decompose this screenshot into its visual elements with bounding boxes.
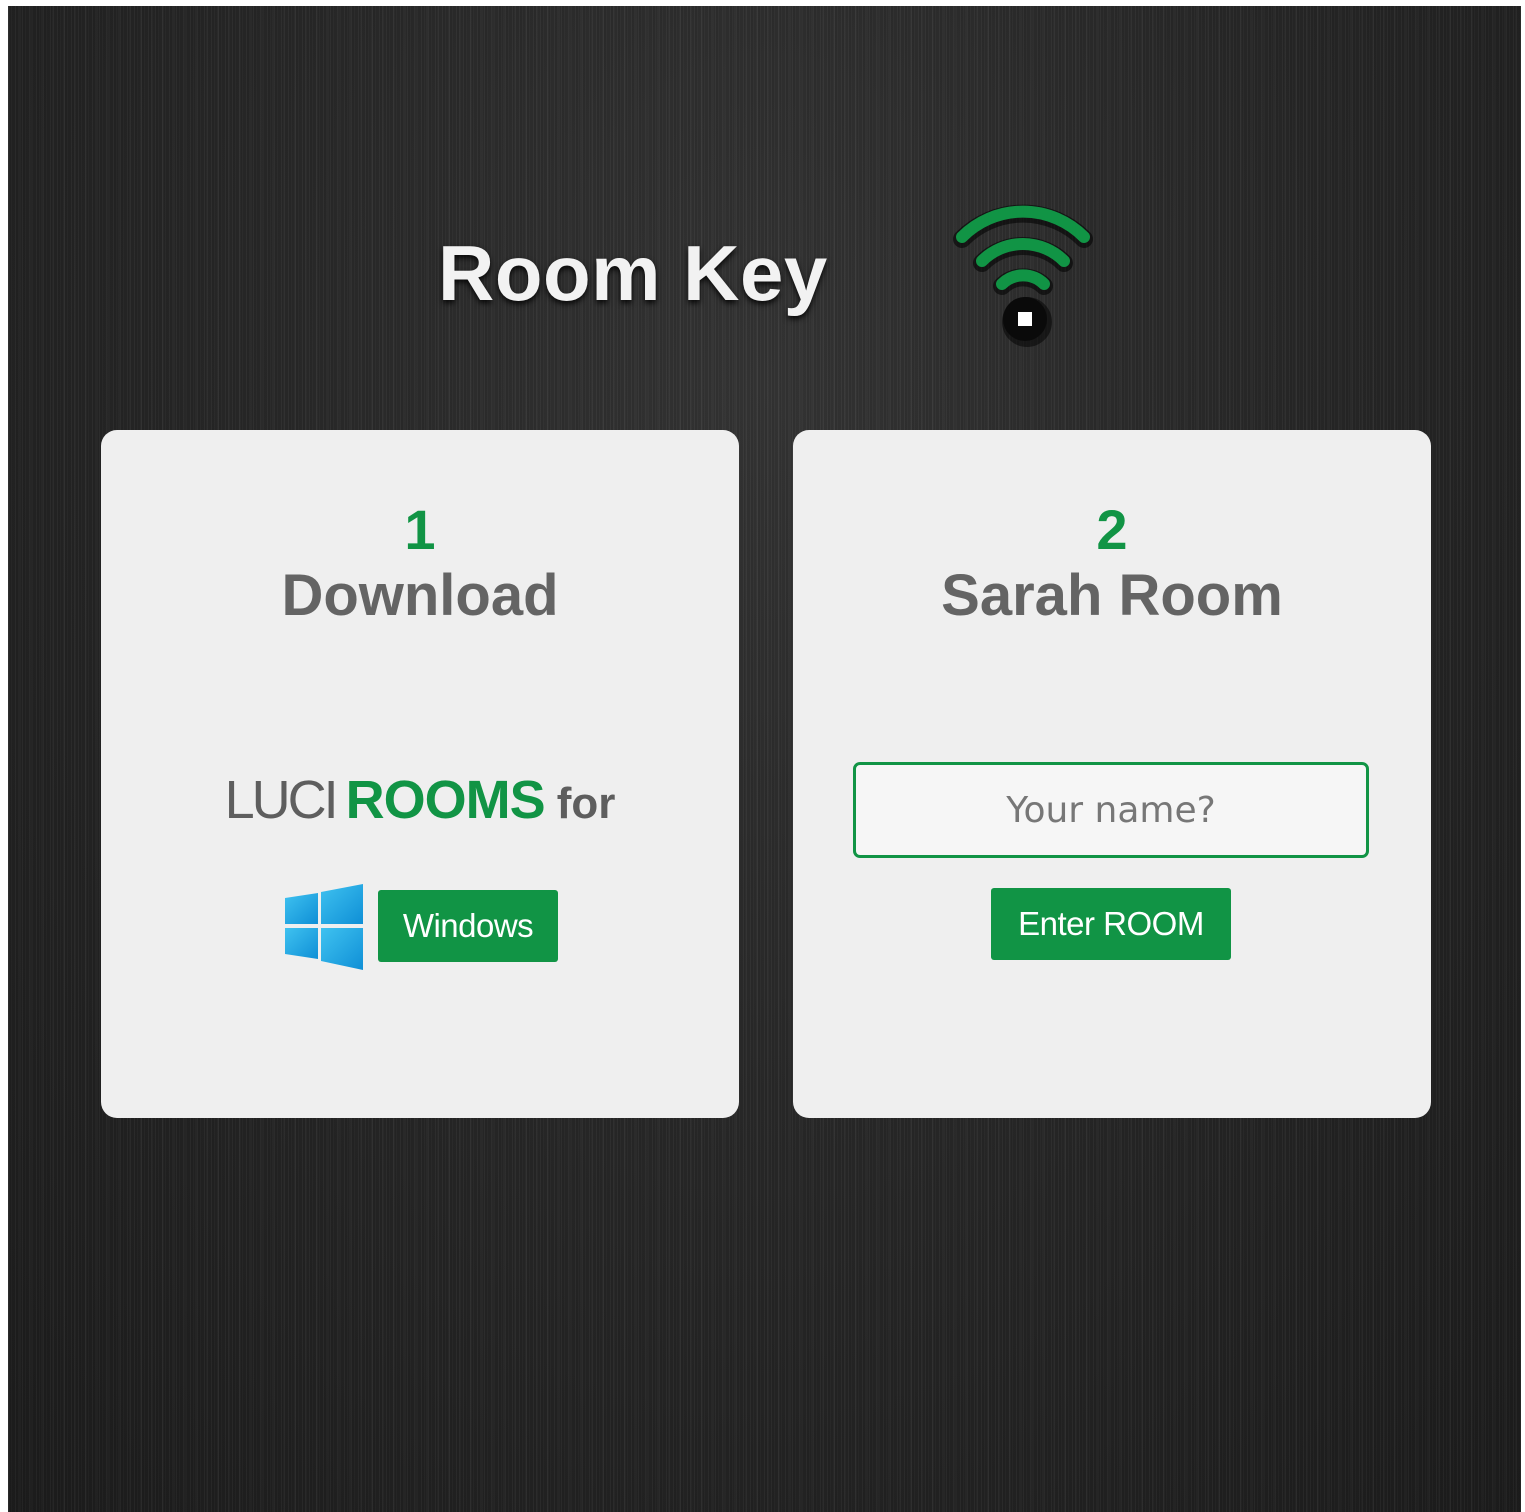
room-card: 2 Sarah Room Enter ROOM: [793, 430, 1431, 1118]
room-name-title: Sarah Room: [941, 563, 1283, 628]
page-title: Room Key: [438, 229, 828, 317]
luci-rooms-logo: LUCI ROOMS for: [101, 770, 739, 844]
step-number: 2: [1096, 498, 1128, 561]
brand-rooms-text: ROOMS: [345, 770, 546, 830]
page-background: Room Key 1 Download LUCI ROOMS for Windo…: [8, 6, 1521, 1512]
name-input[interactable]: [853, 762, 1369, 858]
brand-luci-text: LUCI: [224, 770, 339, 830]
windows-download-button[interactable]: Windows: [378, 890, 558, 962]
enter-room-button[interactable]: Enter ROOM: [991, 888, 1231, 960]
step-number: 1: [404, 498, 436, 561]
header: Room Key: [8, 6, 1521, 426]
wifi-key-icon: [938, 202, 1108, 352]
step-title: Download: [281, 563, 559, 628]
download-card: 1 Download LUCI ROOMS for Windows: [101, 430, 739, 1118]
windows-download-row: Windows: [101, 884, 739, 974]
brand-for-text: for: [556, 779, 616, 828]
windows-logo-icon: [285, 884, 363, 970]
